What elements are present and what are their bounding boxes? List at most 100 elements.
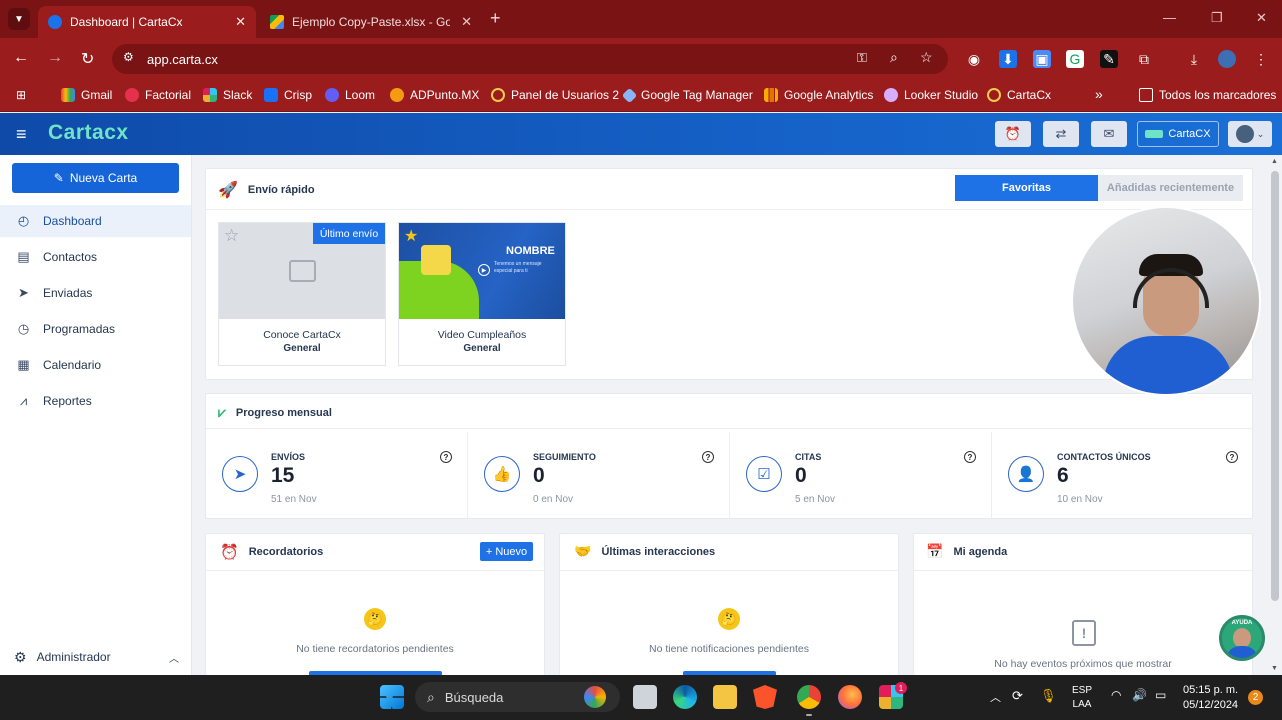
sidebar-item-dashboard[interactable]: ◴ Dashboard [0, 205, 191, 237]
new-card-button[interactable]: ✎ Nueva Carta [12, 163, 179, 193]
task-view-icon[interactable] [633, 685, 657, 709]
bookmark-panel-usuarios[interactable]: Panel de Usuarios 2 [491, 88, 619, 102]
bookmarks-overflow-button[interactable]: » [1095, 86, 1103, 102]
tray-chevron-up-icon[interactable]: ︿ [990, 689, 1001, 705]
bookmark-cartacx[interactable]: CartaCx [987, 88, 1051, 102]
bookmark-loom[interactable]: Loom [325, 88, 375, 102]
bookmark-gtm[interactable]: Google Tag Manager [621, 87, 753, 103]
admin-menu[interactable]: ⚙ Administrador ︿ [0, 641, 191, 673]
tab-search-button[interactable]: ▼ [8, 8, 30, 30]
zoom-icon[interactable]: ⌕ [890, 49, 898, 66]
file-explorer-icon[interactable] [713, 685, 737, 709]
close-tab-icon[interactable]: ✕ [235, 14, 246, 30]
user-menu-button[interactable]: ⌄ [1228, 121, 1272, 147]
forward-icon[interactable]: → [47, 49, 63, 67]
firefox-icon[interactable] [838, 685, 862, 709]
password-key-icon[interactable]: ⚿ [857, 50, 867, 66]
bookmark-analytics[interactable]: Google Analytics [764, 88, 873, 102]
extension-icon[interactable]: ▣ [1033, 50, 1051, 68]
help-icon[interactable]: ? [1226, 451, 1238, 463]
site-info-icon[interactable]: ⚙ [123, 50, 134, 64]
volume-icon[interactable]: 🔊 [1132, 688, 1147, 702]
sidebar-item-calendario[interactable]: ▦ Calendario [0, 349, 191, 381]
clock[interactable]: 05:15 p. m. 05/12/2024 [1183, 683, 1238, 713]
back-icon[interactable]: ← [13, 49, 29, 67]
scroll-down-icon[interactable]: ▼ [1271, 665, 1278, 672]
url-text[interactable]: app.carta.cx [147, 52, 218, 67]
grammar-extension-icon[interactable]: G [1066, 50, 1084, 68]
restore-icon[interactable]: ❐ [1211, 10, 1223, 26]
taskbar-search[interactable]: ⌕ Búsqueda [415, 682, 620, 712]
scroll-up-icon[interactable]: ▲ [1271, 158, 1278, 165]
address-bar[interactable]: ⚙ app.carta.cx ⚿ ⌕ ☆ [112, 44, 948, 74]
template-thumbnail: ☆ Último envío [219, 223, 385, 319]
analytics-icon [764, 88, 778, 102]
template-card[interactable]: ★ NOMBRE Tenemos un mensaje especial par… [398, 222, 566, 366]
divider [206, 570, 544, 571]
bookmark-slack[interactable]: Slack [203, 88, 252, 102]
metric-value: 0 [795, 464, 807, 487]
download-extension-icon[interactable]: ⬇ [999, 50, 1017, 68]
all-bookmarks[interactable]: Todos los marcadores [1139, 88, 1276, 102]
microphone-icon[interactable]: 🎙 [1040, 688, 1057, 704]
cartacx-logo[interactable]: Cartacx [48, 121, 129, 145]
tab-spreadsheet[interactable]: Ejemplo Copy-Paste.xlsx - Goog ✕ [260, 6, 482, 38]
notification-badge[interactable]: 2 [1248, 690, 1263, 705]
help-icon[interactable]: ? [964, 451, 976, 463]
metric-sub: 5 en Nov [795, 494, 836, 505]
profile-avatar[interactable] [1218, 50, 1236, 68]
tab-recent[interactable]: Añadidas recientemente [1098, 175, 1243, 201]
edge-icon[interactable] [673, 685, 697, 709]
new-reminder-button[interactable]: + Nuevo [480, 542, 533, 561]
help-icon[interactable]: ? [702, 451, 714, 463]
handshake-button[interactable]: ⇄ [1043, 121, 1079, 147]
reload-icon[interactable]: ↻ [81, 49, 94, 69]
downloads-icon[interactable]: ⤓ [1185, 50, 1203, 68]
sidebar-item-contactos[interactable]: ▤ Contactos [0, 241, 191, 273]
favorite-star-icon[interactable]: ☆ [224, 226, 239, 246]
template-card[interactable]: ☆ Último envío Conoce CartaCx General [218, 222, 386, 366]
play-icon: ▶ [478, 264, 490, 276]
alarm-clock-icon: ⏰ [220, 544, 239, 561]
apps-grid-icon[interactable]: ⊞ [16, 88, 26, 102]
sidebar-item-programadas[interactable]: ◷ Programadas [0, 313, 191, 345]
tab-favorites[interactable]: Favoritas [955, 175, 1098, 201]
camera-extension-icon[interactable]: ◉ [965, 50, 983, 68]
battery-icon[interactable]: ▭ [1155, 688, 1166, 702]
metric-citas: ☑ CITAS 0 5 en Nov ? [730, 438, 992, 526]
bookmark-crisp[interactable]: Crisp [264, 88, 312, 102]
wifi-icon[interactable]: ◠ [1111, 688, 1121, 702]
brave-icon[interactable] [753, 685, 777, 709]
window-close-icon[interactable]: ✕ [1256, 10, 1267, 26]
bookmark-factorial[interactable]: Factorial [125, 88, 191, 102]
minimize-icon[interactable]: — [1163, 10, 1176, 25]
image-placeholder-icon [289, 260, 316, 282]
menu-kebab-icon[interactable]: ⋮ [1252, 50, 1270, 68]
sidebar-item-reportes[interactable]: ⩘ Reportes [0, 385, 191, 417]
new-tab-button[interactable]: + [490, 8, 501, 29]
bookmark-gmail[interactable]: Gmail [61, 88, 112, 102]
alarm-button[interactable]: ⏰ [995, 121, 1031, 147]
pen-extension-icon[interactable]: ✎ [1100, 50, 1118, 68]
tab-dashboard[interactable]: Dashboard | CartaCx ✕ [38, 6, 256, 38]
bookmark-star-icon[interactable]: ☆ [920, 49, 933, 66]
sidebar-item-enviadas[interactable]: ➤ Enviadas [0, 277, 191, 309]
close-tab-icon[interactable]: ✕ [461, 14, 472, 30]
bookmark-adpunto[interactable]: ADPunto.MX [390, 88, 479, 102]
chrome-icon[interactable] [797, 685, 821, 709]
help-button[interactable]: AYUDA [1219, 615, 1265, 661]
favorite-star-filled-icon[interactable]: ★ [404, 226, 418, 246]
hamburger-menu-icon[interactable]: ≡ [16, 125, 27, 143]
page-scrollbar[interactable]: ▲ ▼ [1268, 155, 1282, 675]
help-icon[interactable]: ? [440, 451, 452, 463]
brand-switch-button[interactable]: CartaCX [1137, 121, 1219, 147]
folder-icon [1139, 88, 1153, 102]
bookmark-looker[interactable]: Looker Studio [884, 88, 978, 102]
last-sent-badge: Último envío [313, 223, 385, 244]
language-indicator[interactable]: ESP LAA [1072, 684, 1092, 712]
scrollbar-thumb[interactable] [1271, 171, 1279, 601]
extensions-puzzle-icon[interactable]: ⧉ [1135, 50, 1153, 68]
sync-icon[interactable]: ⟳ [1012, 688, 1023, 704]
windows-start-icon[interactable] [380, 685, 404, 709]
mail-settings-button[interactable]: ✉ [1091, 121, 1127, 147]
